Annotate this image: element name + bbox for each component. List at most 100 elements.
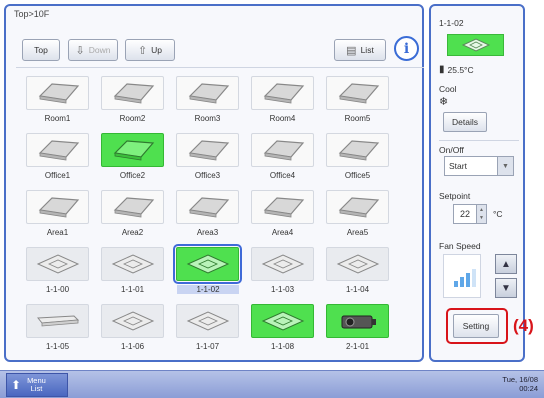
breadcrumb: Top>10F xyxy=(14,9,50,19)
cassette-unit-icon xyxy=(111,254,154,274)
time-text: 00:24 xyxy=(519,384,538,393)
cassette-unit-icon xyxy=(186,311,229,331)
unit-tile[interactable] xyxy=(251,133,314,167)
unit-tile[interactable] xyxy=(176,76,239,110)
grid-cell[interactable]: 1-1-03 xyxy=(245,245,320,302)
area-icon xyxy=(338,197,379,218)
unit-label: Office3 xyxy=(194,171,221,180)
unit-label: Area4 xyxy=(271,228,294,237)
grid-cell[interactable]: 1-1-05 xyxy=(20,302,95,359)
cassette-unit-icon xyxy=(111,311,154,331)
unit-label: Room5 xyxy=(344,114,371,123)
grid-cell[interactable]: 1-1-04 xyxy=(320,245,395,302)
grid-cell[interactable]: Office4 xyxy=(245,131,320,188)
onoff-value: Start xyxy=(449,161,467,171)
details-button-label: Details xyxy=(452,117,478,127)
grid-cell[interactable]: Office3 xyxy=(170,131,245,188)
grid-cell[interactable]: Room2 xyxy=(95,74,170,131)
unit-tile[interactable] xyxy=(101,304,164,338)
setpoint-value: 22 xyxy=(460,209,471,219)
unit-label: 1-1-01 xyxy=(120,285,145,294)
clock: Tue, 16/08 00:24 xyxy=(502,375,538,393)
unit-label: 1-1-00 xyxy=(45,285,70,294)
grid-cell[interactable]: Room1 xyxy=(20,74,95,131)
grid-cell[interactable]: 1-1-08 xyxy=(245,302,320,359)
mode-label: Cool xyxy=(439,84,457,94)
temperature-value: 25.5°C xyxy=(447,64,474,75)
unit-label: Room2 xyxy=(119,114,146,123)
unit-tile[interactable] xyxy=(251,190,314,224)
unit-tile[interactable] xyxy=(326,133,389,167)
area-icon xyxy=(38,197,79,218)
unit-label: Office1 xyxy=(44,171,71,180)
setpoint-stepper[interactable]: 22 ▲ ▼ xyxy=(453,204,487,224)
selected-unit-image xyxy=(447,34,504,56)
unit-label: 1-1-07 xyxy=(195,342,220,351)
details-button[interactable]: Details xyxy=(443,112,487,132)
grid-cell[interactable]: Room4 xyxy=(245,74,320,131)
unit-tile[interactable] xyxy=(101,133,164,167)
unit-tile[interactable] xyxy=(176,133,239,167)
area-icon xyxy=(113,140,154,161)
grid-cell[interactable]: 2-1-01 xyxy=(320,302,395,359)
unit-tile[interactable] xyxy=(173,244,242,284)
grid-cell[interactable]: 1-1-00 xyxy=(20,245,95,302)
grid-cell[interactable]: 1-1-07 xyxy=(170,302,245,359)
room-temperature: ▮ 25.5°C xyxy=(439,64,474,75)
unit-tile[interactable] xyxy=(176,304,239,338)
grid-cell[interactable]: Office5 xyxy=(320,131,395,188)
unit-tile[interactable] xyxy=(26,190,89,224)
unit-tile[interactable] xyxy=(326,247,389,281)
unit-tile[interactable] xyxy=(26,76,89,110)
grid-cell[interactable]: 1-1-01 xyxy=(95,245,170,302)
list-button[interactable]: ▤ List xyxy=(334,39,386,61)
unit-label: Office2 xyxy=(119,171,146,180)
info-icon[interactable]: i xyxy=(394,36,419,61)
triangle-up-icon: ▲ xyxy=(501,258,511,270)
unit-tile[interactable] xyxy=(101,76,164,110)
fan-speed-up-button[interactable]: ▲ xyxy=(495,254,517,274)
unit-tile[interactable] xyxy=(326,76,389,110)
onoff-select[interactable]: Start ▼ xyxy=(444,156,514,176)
screen: Top>10F Top ⇩ Down ⇧ Up ▤ List i Room1 R… xyxy=(0,0,544,398)
grid-cell[interactable]: Office1 xyxy=(20,131,95,188)
grid-cell[interactable]: Room5 xyxy=(320,74,395,131)
unit-tile[interactable] xyxy=(101,190,164,224)
menu-list-button[interactable]: ⬆ Menu List xyxy=(6,373,68,397)
unit-tile[interactable] xyxy=(26,304,89,338)
chevron-down-icon[interactable]: ▼ xyxy=(497,157,513,175)
triangle-down-icon: ▼ xyxy=(501,282,511,294)
unit-tile[interactable] xyxy=(326,304,389,338)
area-icon xyxy=(113,83,154,104)
grid-cell[interactable]: Area3 xyxy=(170,188,245,245)
fan-speed-down-button[interactable]: ▼ xyxy=(495,278,517,298)
top-button[interactable]: Top xyxy=(22,39,60,61)
area-icon xyxy=(263,140,304,161)
unit-tile[interactable] xyxy=(26,247,89,281)
unit-tile[interactable] xyxy=(251,304,314,338)
grid-cell[interactable]: Area2 xyxy=(95,188,170,245)
area-icon xyxy=(188,197,229,218)
unit-tile[interactable] xyxy=(26,133,89,167)
area-icon xyxy=(113,197,154,218)
up-button[interactable]: ⇧ Up xyxy=(125,39,175,61)
unit-tile[interactable] xyxy=(101,247,164,281)
grid-cell[interactable]: Area4 xyxy=(245,188,320,245)
down-level-icon: ⇩ xyxy=(75,44,85,57)
grid-cell[interactable]: Office2 xyxy=(95,131,170,188)
area-icon xyxy=(188,83,229,104)
unit-tile[interactable] xyxy=(176,190,239,224)
grid-cell[interactable]: Area1 xyxy=(20,188,95,245)
grid-cell[interactable]: 1-1-06 xyxy=(95,302,170,359)
unit-tile[interactable] xyxy=(251,247,314,281)
grid-cell[interactable]: Room3 xyxy=(170,74,245,131)
area-icon xyxy=(338,140,379,161)
unit-tile[interactable] xyxy=(326,190,389,224)
grid-cell[interactable]: 1-1-02 xyxy=(170,244,245,302)
grid-cell[interactable]: Area5 xyxy=(320,188,395,245)
unit-label: 1-1-04 xyxy=(345,285,370,294)
down-button[interactable]: ⇩ Down xyxy=(68,39,118,61)
stepper-arrows-icon[interactable]: ▲ ▼ xyxy=(476,205,486,223)
unit-tile[interactable] xyxy=(251,76,314,110)
projector-icon xyxy=(341,315,376,329)
